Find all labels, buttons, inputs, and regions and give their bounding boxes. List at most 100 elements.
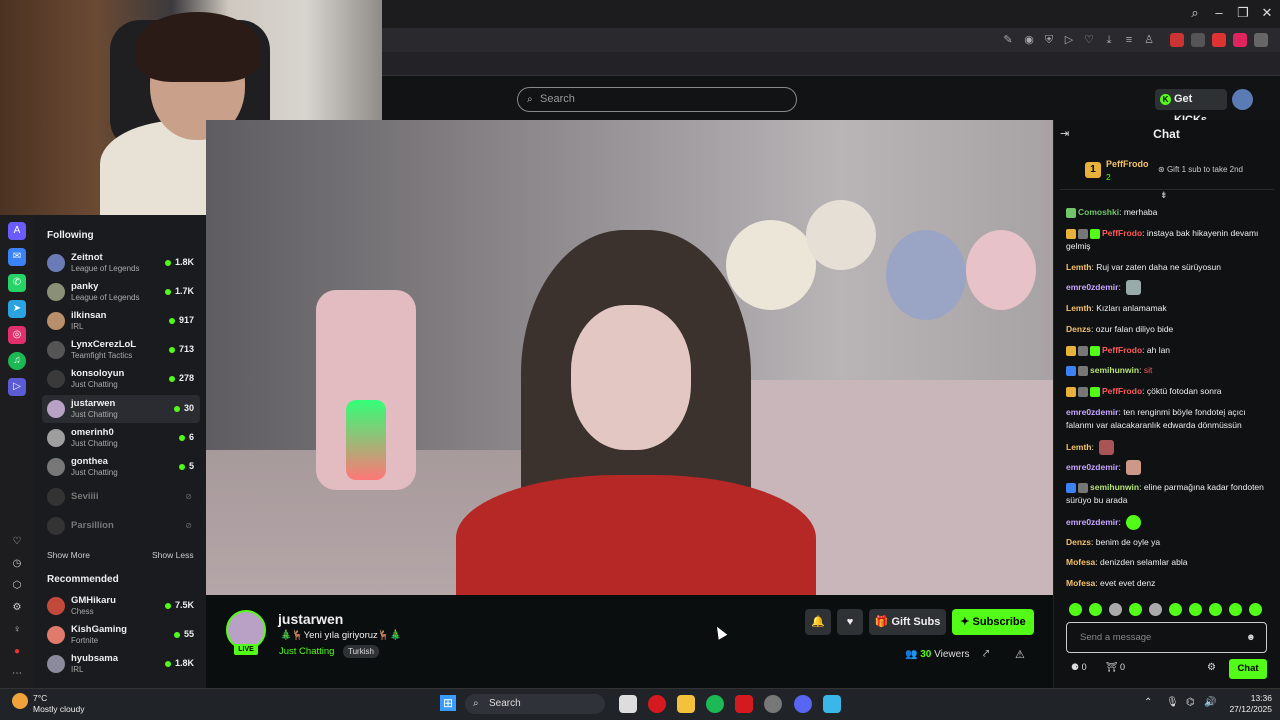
- video-player[interactable]: [206, 120, 1053, 595]
- discord-icon[interactable]: [794, 695, 812, 713]
- sidebar-item-kishgaming[interactable]: KishGaming Fortnite 55: [42, 621, 200, 649]
- notepad-icon[interactable]: [823, 695, 841, 713]
- streamer-name[interactable]: justarwen: [278, 611, 343, 627]
- weather-icon[interactable]: [12, 693, 28, 709]
- record-icon[interactable]: ●: [8, 643, 26, 661]
- tray-chevron-icon[interactable]: ⌃: [1144, 697, 1152, 708]
- sidebar-item-parsillion[interactable]: Parsillion ⊘: [42, 512, 200, 540]
- file-explorer-icon[interactable]: [677, 695, 695, 713]
- emote-button[interactable]: [1109, 603, 1122, 616]
- microphone-icon[interactable]: 🎙: [1166, 697, 1179, 708]
- kicks-balance[interactable]: ⚈ 0: [1071, 662, 1087, 673]
- gift-balance[interactable]: ⛩ 0: [1106, 662, 1125, 673]
- play-icon[interactable]: ▷: [1061, 33, 1077, 47]
- player-icon[interactable]: ▷: [8, 378, 26, 396]
- menu-icon[interactable]: ≡: [1121, 33, 1137, 47]
- minimize-icon[interactable]: –: [1208, 4, 1230, 22]
- bulb-icon[interactable]: ♀: [8, 621, 26, 639]
- report-icon[interactable]: ⚠: [1015, 648, 1025, 661]
- avatar[interactable]: [1232, 89, 1253, 110]
- emote-button[interactable]: [1149, 603, 1162, 616]
- history-icon[interactable]: ◷: [8, 555, 26, 573]
- heart-icon[interactable]: ♡: [8, 533, 26, 551]
- sidebar-item-gmhikaru[interactable]: GMHikaru Chess 7.5K: [42, 592, 200, 620]
- sidebar-item-gonthea[interactable]: gonthea Just Chatting 5: [42, 453, 200, 481]
- emote-button[interactable]: [1189, 603, 1202, 616]
- sidebar-item-hyubsama[interactable]: hyubsama IRL 1.8K: [42, 650, 200, 678]
- spotify-icon[interactable]: ♫: [8, 352, 26, 370]
- emote-button[interactable]: [1169, 603, 1182, 616]
- edit-icon[interactable]: ✎: [1000, 33, 1016, 47]
- follow-button[interactable]: ♥: [837, 609, 863, 635]
- steam-icon[interactable]: [764, 695, 782, 713]
- channel-name: Parsillion: [71, 520, 114, 531]
- close-icon[interactable]: ✕: [1256, 4, 1278, 22]
- search-input[interactable]: ⌕ Search: [517, 87, 797, 112]
- sidebar-item-panky[interactable]: panky League of Legends 1.7K: [42, 278, 200, 306]
- start-icon[interactable]: ⊞: [440, 695, 456, 711]
- download-icon[interactable]: ⤓: [1101, 33, 1117, 47]
- telegram-icon[interactable]: ➤: [8, 300, 26, 318]
- emote-button[interactable]: [1209, 603, 1222, 616]
- camera-icon[interactable]: ◉: [1021, 33, 1037, 47]
- messenger-icon[interactable]: ✉: [8, 248, 26, 266]
- volume-icon[interactable]: 🔊: [1204, 697, 1216, 708]
- instagram-icon[interactable]: ◎: [8, 326, 26, 344]
- task-view-icon[interactable]: [619, 695, 637, 713]
- sidebar-item-konsoloyun[interactable]: konsoloyun Just Chatting 278: [42, 365, 200, 393]
- extension-icon[interactable]: [1191, 33, 1205, 47]
- viewer-count: 1.7K: [164, 286, 194, 296]
- system-clock[interactable]: 13:36 27/12/2025: [1222, 693, 1272, 715]
- show-more-button[interactable]: Show More: [47, 550, 90, 560]
- stream-category[interactable]: Just Chatting: [279, 646, 334, 657]
- shield-icon[interactable]: ⛨: [1041, 33, 1057, 47]
- spotify-icon[interactable]: [706, 695, 724, 713]
- extension-icon[interactable]: [1254, 33, 1268, 47]
- profile-icon[interactable]: ♙: [1141, 33, 1157, 47]
- extension-icon[interactable]: [1212, 33, 1226, 47]
- opera-gx-icon[interactable]: [735, 695, 753, 713]
- channel-category: IRL: [71, 665, 84, 674]
- show-less-button[interactable]: Show Less: [152, 550, 194, 560]
- emoji-icon[interactable]: ☻: [1246, 623, 1256, 652]
- emote-button[interactable]: [1129, 603, 1142, 616]
- gift-prompt[interactable]: ⊛ Gift 1 sub to take 2nd: [1158, 165, 1243, 174]
- chat-settings-icon[interactable]: ⚙: [1207, 662, 1216, 673]
- stream-tag[interactable]: Turkish: [343, 645, 379, 658]
- weather-widget[interactable]: 7°C Mostly cloudy: [33, 693, 85, 715]
- get-kicks-button[interactable]: K Get KICKs: [1155, 89, 1227, 126]
- expand-icon[interactable]: ⇟: [1160, 190, 1168, 201]
- chat-message-input[interactable]: Send a message ☻: [1066, 622, 1267, 653]
- app-icon[interactable]: A: [8, 222, 26, 240]
- maximize-icon[interactable]: ❐: [1232, 4, 1254, 22]
- heart-icon[interactable]: ♡: [1081, 33, 1097, 47]
- sidebar-item-seviiii[interactable]: Seviiii ⊘: [42, 483, 200, 511]
- sidebar-item-justarwen[interactable]: justarwen Just Chatting 30: [42, 395, 200, 423]
- search-icon[interactable]: ⌕: [1184, 4, 1206, 22]
- extension-icon[interactable]: [1233, 33, 1247, 47]
- more-icon[interactable]: ⋯: [8, 665, 26, 683]
- emote-button[interactable]: [1069, 603, 1082, 616]
- settings-icon[interactable]: ⚙: [8, 599, 26, 617]
- extension-icon[interactable]: [1170, 33, 1184, 47]
- cube-icon[interactable]: ⬡: [8, 577, 26, 595]
- share-icon[interactable]: ⤤: [983, 648, 989, 661]
- notification-bell-button[interactable]: 🔔: [805, 609, 831, 635]
- emote-button[interactable]: [1229, 603, 1242, 616]
- chat-send-button[interactable]: Chat: [1229, 659, 1267, 679]
- sidebar-item-omerinh0[interactable]: omerinh0 Just Chatting 6: [42, 424, 200, 452]
- opera-icon[interactable]: [648, 695, 666, 713]
- gift-subs-button[interactable]: 🎁 Gift Subs: [869, 609, 946, 635]
- emote-button[interactable]: [1249, 603, 1262, 616]
- network-icon[interactable]: ⌬: [1186, 697, 1195, 708]
- gifter-name[interactable]: PeffFrodo: [1106, 159, 1149, 169]
- chat-message: Comoshki: merhaba: [1066, 206, 1274, 219]
- emote-button[interactable]: [1089, 603, 1102, 616]
- sidebar-item-lynxcerezlol[interactable]: LynxCerezLoL Teamfight Tactics 713: [42, 336, 200, 364]
- sidebar-item-zeitnot[interactable]: Zeitnot League of Legends 1.8K: [42, 249, 200, 277]
- sidebar-item-ilkinsan[interactable]: ilkinsan IRL 917: [42, 307, 200, 335]
- whatsapp-icon[interactable]: ✆: [8, 274, 26, 292]
- subscribe-button[interactable]: ✦ Subscribe: [952, 609, 1034, 635]
- taskbar-search[interactable]: ⌕ Search: [465, 694, 605, 714]
- channel-category: Just Chatting: [71, 468, 118, 477]
